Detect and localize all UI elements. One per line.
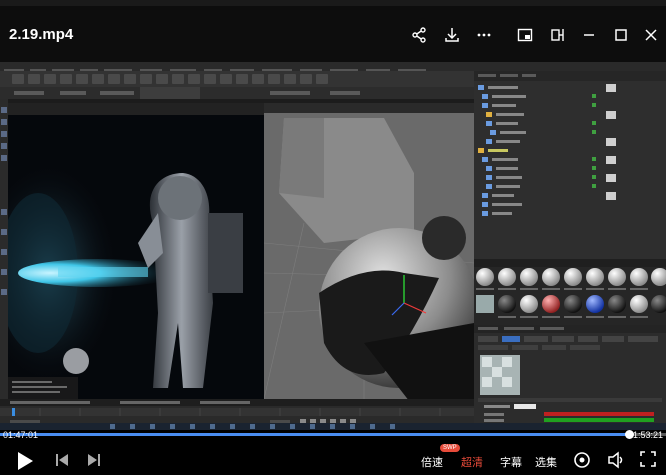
top-strip bbox=[0, 0, 666, 6]
c4d-left-tools bbox=[0, 99, 8, 399]
danmaku-icon[interactable] bbox=[573, 451, 591, 469]
quality-button[interactable]: 超清 bbox=[461, 454, 483, 470]
progress-bar[interactable] bbox=[0, 430, 666, 439]
c4d-attribute-manager bbox=[474, 325, 666, 430]
share-icon[interactable] bbox=[408, 24, 430, 46]
more-icon[interactable] bbox=[473, 24, 495, 46]
next-icon[interactable] bbox=[87, 453, 101, 467]
volume-icon[interactable] bbox=[607, 451, 625, 469]
maximize-icon[interactable] bbox=[610, 24, 632, 46]
download-icon[interactable] bbox=[441, 24, 463, 46]
picture-in-picture-icon[interactable] bbox=[514, 24, 536, 46]
video-title: 2.19.mp4 bbox=[9, 26, 74, 43]
c4d-object-manager bbox=[474, 71, 666, 259]
fullscreen-icon[interactable] bbox=[640, 451, 656, 467]
subtitle-button[interactable]: 字幕 bbox=[500, 454, 522, 470]
quality-badge: SWP bbox=[440, 444, 460, 452]
recorded-taskbar bbox=[0, 423, 666, 430]
pin-icon[interactable] bbox=[546, 24, 568, 46]
episodes-button[interactable]: 选集 bbox=[535, 454, 557, 470]
title-bar: 2.19.mp4 bbox=[0, 0, 666, 62]
speed-button[interactable]: 倍速 bbox=[421, 454, 443, 470]
c4d-material-manager bbox=[474, 259, 666, 325]
video-frame[interactable] bbox=[0, 62, 666, 430]
progress-fill bbox=[0, 433, 629, 436]
minimize-icon[interactable] bbox=[578, 24, 600, 46]
render-viewport[interactable] bbox=[8, 103, 264, 399]
play-icon[interactable] bbox=[16, 451, 34, 471]
c4d-toolbar bbox=[0, 71, 474, 99]
total-time: 01:53:21 bbox=[627, 430, 663, 440]
close-icon[interactable] bbox=[640, 24, 662, 46]
player-controls: 01:47:01 01:53:21 倍速 SWP 超清 字幕 选集 bbox=[0, 430, 666, 475]
previous-icon[interactable] bbox=[55, 453, 69, 467]
editor-viewport[interactable] bbox=[264, 103, 474, 399]
current-time: 01:47:01 bbox=[3, 430, 39, 440]
